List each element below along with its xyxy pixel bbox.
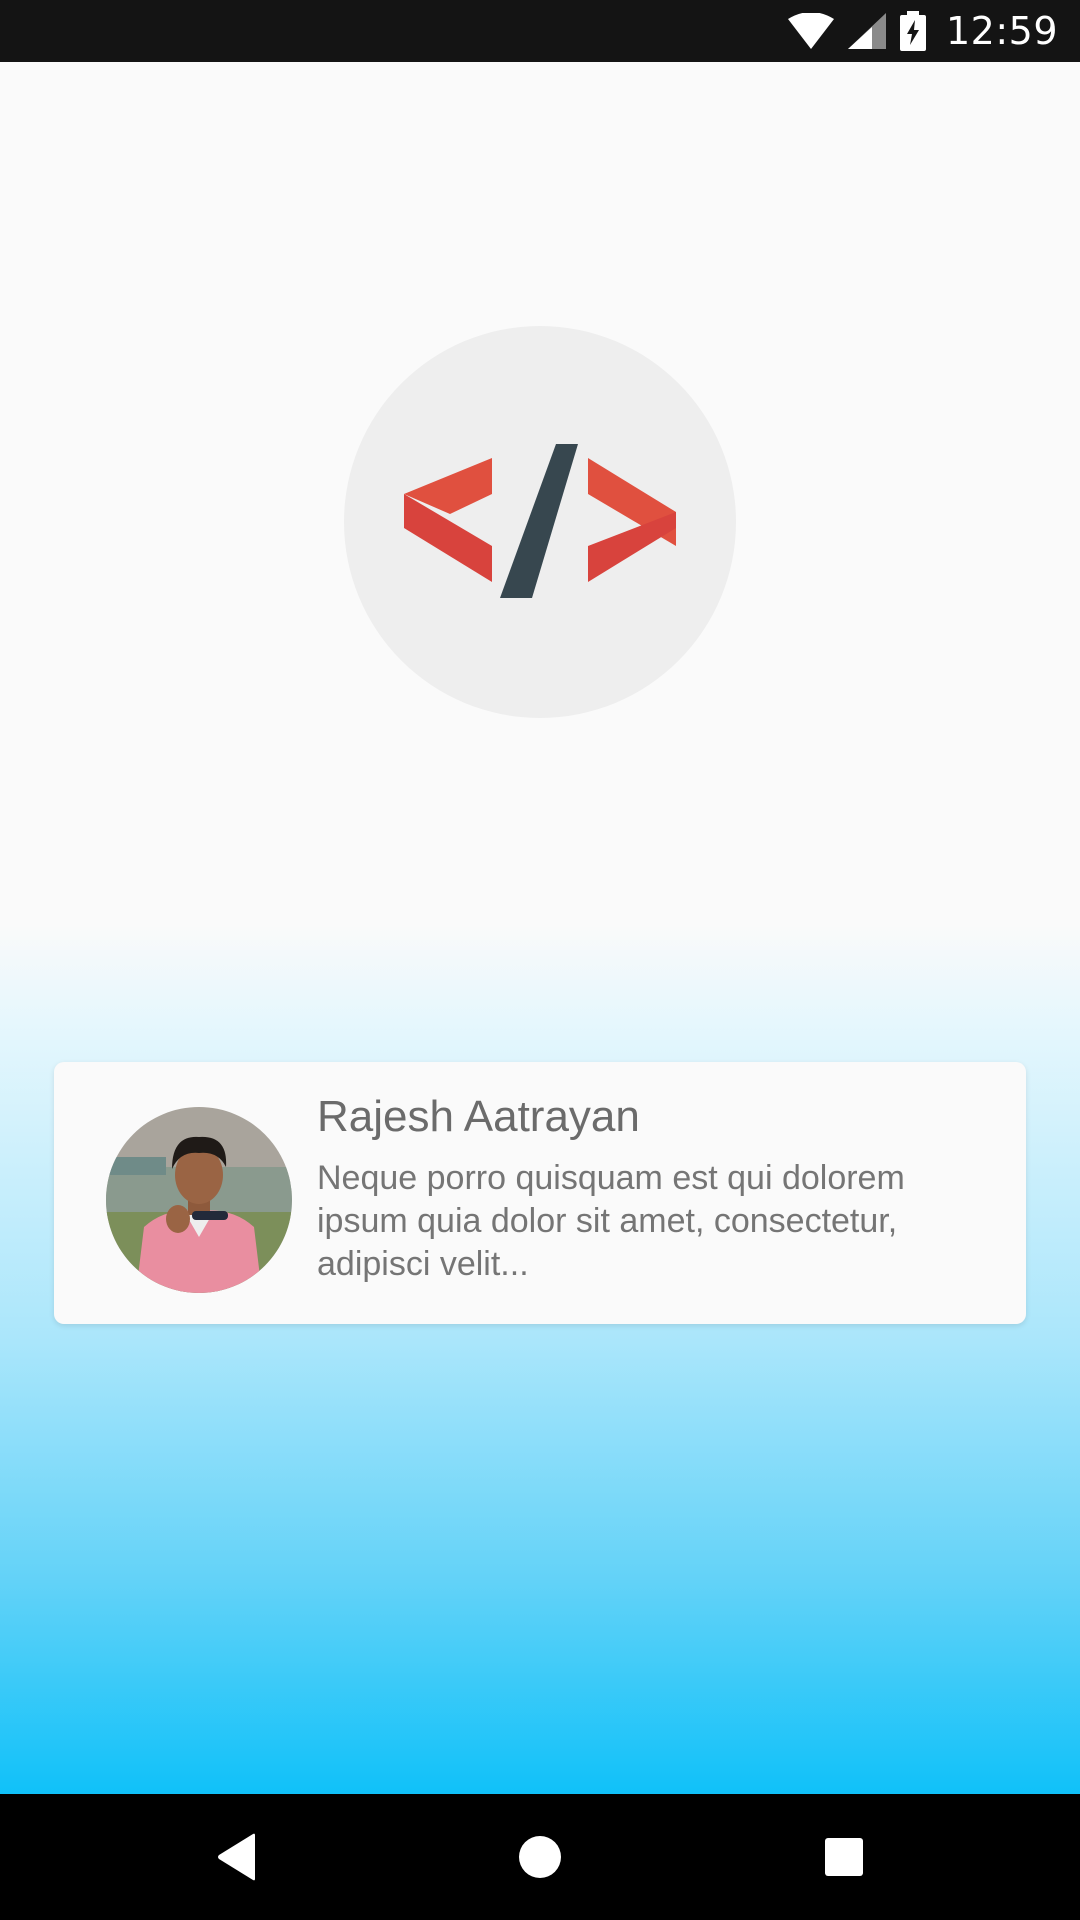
home-icon (519, 1836, 561, 1878)
recents-icon (825, 1838, 863, 1876)
avatar[interactable] (106, 1107, 292, 1293)
profile-card[interactable]: Rajesh Aatrayan Neque porro quisquam est… (54, 1062, 1026, 1324)
status-bar: 12:59 (0, 0, 1080, 62)
home-button[interactable] (477, 1794, 603, 1920)
wifi-icon (787, 13, 834, 49)
back-icon (218, 1833, 255, 1881)
recents-button[interactable] (781, 1794, 907, 1920)
status-clock: 12:59 (945, 9, 1058, 53)
navigation-bar (0, 1794, 1080, 1920)
app-content: Rajesh Aatrayan Neque porro quisquam est… (0, 62, 1080, 1794)
profile-description: Neque porro quisquam est qui dolorem ips… (317, 1159, 905, 1283)
profile-name: Rajesh Aatrayan (317, 1092, 640, 1141)
code-brackets-logo (404, 444, 676, 598)
cell-signal-icon (847, 13, 886, 49)
logo-circle (344, 326, 736, 718)
battery-charging-icon (899, 11, 926, 51)
back-button[interactable] (174, 1794, 300, 1920)
